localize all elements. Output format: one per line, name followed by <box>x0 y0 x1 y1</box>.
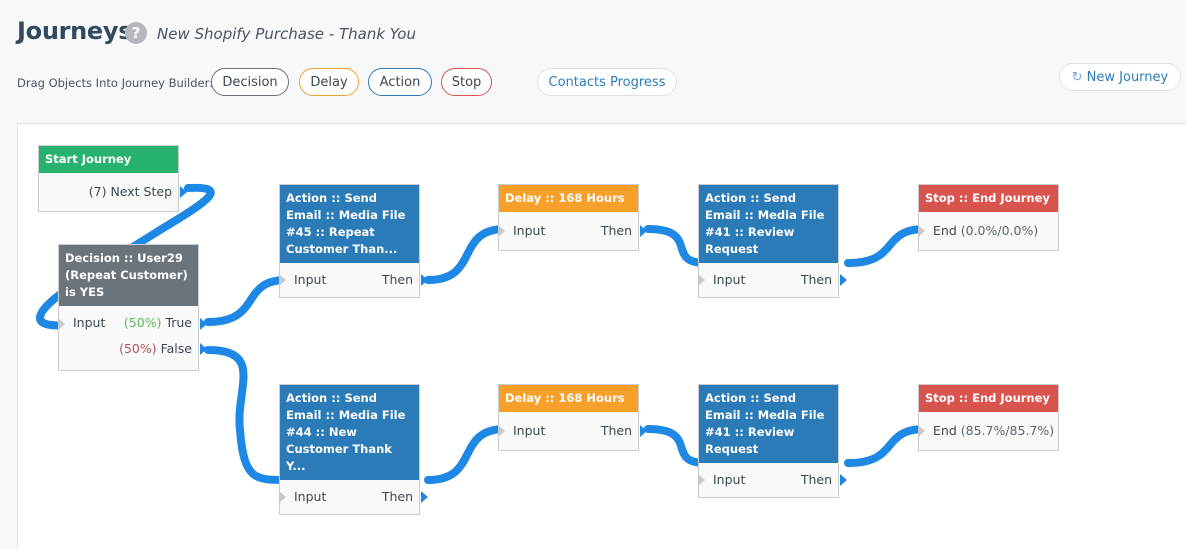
next-step-output: (7) Next Step <box>88 184 172 199</box>
then-label: Then <box>381 489 413 504</box>
output-port-icon[interactable] <box>840 474 847 486</box>
node-header: Stop :: End Journey <box>919 385 1058 412</box>
action-node-review-request-bottom[interactable]: Action :: Send Email :: Media File #41 :… <box>698 384 847 498</box>
end-stats: (85.7%/85.7%) <box>960 423 1055 438</box>
stop-node-bottom[interactable]: Stop :: End Journey End (85.7%/85.7%) <box>918 384 1059 451</box>
input-port-icon[interactable] <box>698 274 705 286</box>
input-label: Input <box>713 472 746 487</box>
new-journey-label: New Journey <box>1086 70 1169 85</box>
output-port-icon[interactable] <box>840 274 847 286</box>
node-header: Action :: Send Email :: Media File #44 :… <box>280 385 419 480</box>
output-port-icon[interactable] <box>421 274 428 286</box>
action-node-review-request-top[interactable]: Action :: Send Email :: Media File #41 :… <box>698 184 847 298</box>
false-percentage: (50%) <box>119 341 157 356</box>
decision-node[interactable]: Decision :: User29 (Repeat Customer) is … <box>58 244 207 371</box>
then-label: Then <box>800 272 832 287</box>
stop-draggable-button[interactable]: Stop <box>441 68 492 96</box>
output-port-icon[interactable] <box>180 186 187 198</box>
true-output-port-icon[interactable] <box>200 318 207 330</box>
refresh-icon: ↻ <box>1071 70 1083 85</box>
node-header: Action :: Send Email :: Media File #41 :… <box>699 185 838 263</box>
node-header: Action :: Send Email :: Media File #45 :… <box>280 185 419 263</box>
then-label: Then <box>600 223 632 238</box>
input-port-icon[interactable] <box>498 225 505 237</box>
output-port-icon[interactable] <box>640 225 647 237</box>
input-label: Input <box>513 423 546 438</box>
input-label: Input <box>73 315 106 330</box>
node-header: Action :: Send Email :: Media File #41 :… <box>699 385 838 463</box>
then-label: Then <box>381 272 413 287</box>
start-journey-node[interactable]: Start Journey (7) Next Step <box>38 145 187 212</box>
then-label: Then <box>600 423 632 438</box>
node-header: Stop :: End Journey <box>919 185 1058 212</box>
stop-node-top[interactable]: Stop :: End Journey End (0.0%/0.0%) <box>918 184 1059 251</box>
action-node-media-file-45[interactable]: Action :: Send Email :: Media File #45 :… <box>279 184 428 298</box>
node-header: Delay :: 168 Hours <box>499 185 638 212</box>
false-label: False <box>160 341 192 356</box>
contacts-progress-button[interactable]: Contacts Progress <box>537 68 677 96</box>
input-label: Input <box>294 272 327 287</box>
end-stats: (0.0%/0.0%) <box>960 223 1039 238</box>
true-label: True <box>165 315 192 330</box>
drag-objects-label: Drag Objects Into Journey Builder: <box>17 76 213 90</box>
end-label: End <box>933 223 957 238</box>
input-port-icon[interactable] <box>698 474 705 486</box>
node-header: Delay :: 168 Hours <box>499 385 638 412</box>
input-port-icon[interactable] <box>918 225 925 237</box>
help-icon[interactable]: ? <box>125 22 147 44</box>
end-label: End <box>933 423 957 438</box>
true-percentage: (50%) <box>123 315 162 330</box>
output-port-icon[interactable] <box>640 425 647 437</box>
node-header: Decision :: User29 (Repeat Customer) is … <box>59 245 198 306</box>
action-node-media-file-44[interactable]: Action :: Send Email :: Media File #44 :… <box>279 384 428 515</box>
input-port-icon[interactable] <box>279 491 286 503</box>
page-title: Journeys <box>17 17 133 45</box>
new-journey-button[interactable]: ↻ New Journey <box>1059 63 1181 91</box>
input-port-icon[interactable] <box>58 318 65 330</box>
input-label: Input <box>513 223 546 238</box>
false-output-port-icon[interactable] <box>200 343 207 355</box>
delay-draggable-button[interactable]: Delay <box>299 68 359 96</box>
input-port-icon[interactable] <box>498 425 505 437</box>
output-port-icon[interactable] <box>421 491 428 503</box>
input-port-icon[interactable] <box>279 274 286 286</box>
input-label: Input <box>713 272 746 287</box>
delay-node-top[interactable]: Delay :: 168 Hours Input Then <box>498 184 647 251</box>
journey-name: New Shopify Purchase - Thank You <box>157 25 416 43</box>
input-port-icon[interactable] <box>918 425 925 437</box>
node-header: Start Journey <box>39 146 178 173</box>
decision-draggable-button[interactable]: Decision <box>211 68 289 96</box>
action-draggable-button[interactable]: Action <box>368 68 432 96</box>
input-label: Input <box>294 489 327 504</box>
then-label: Then <box>800 472 832 487</box>
delay-node-bottom[interactable]: Delay :: 168 Hours Input Then <box>498 384 647 451</box>
